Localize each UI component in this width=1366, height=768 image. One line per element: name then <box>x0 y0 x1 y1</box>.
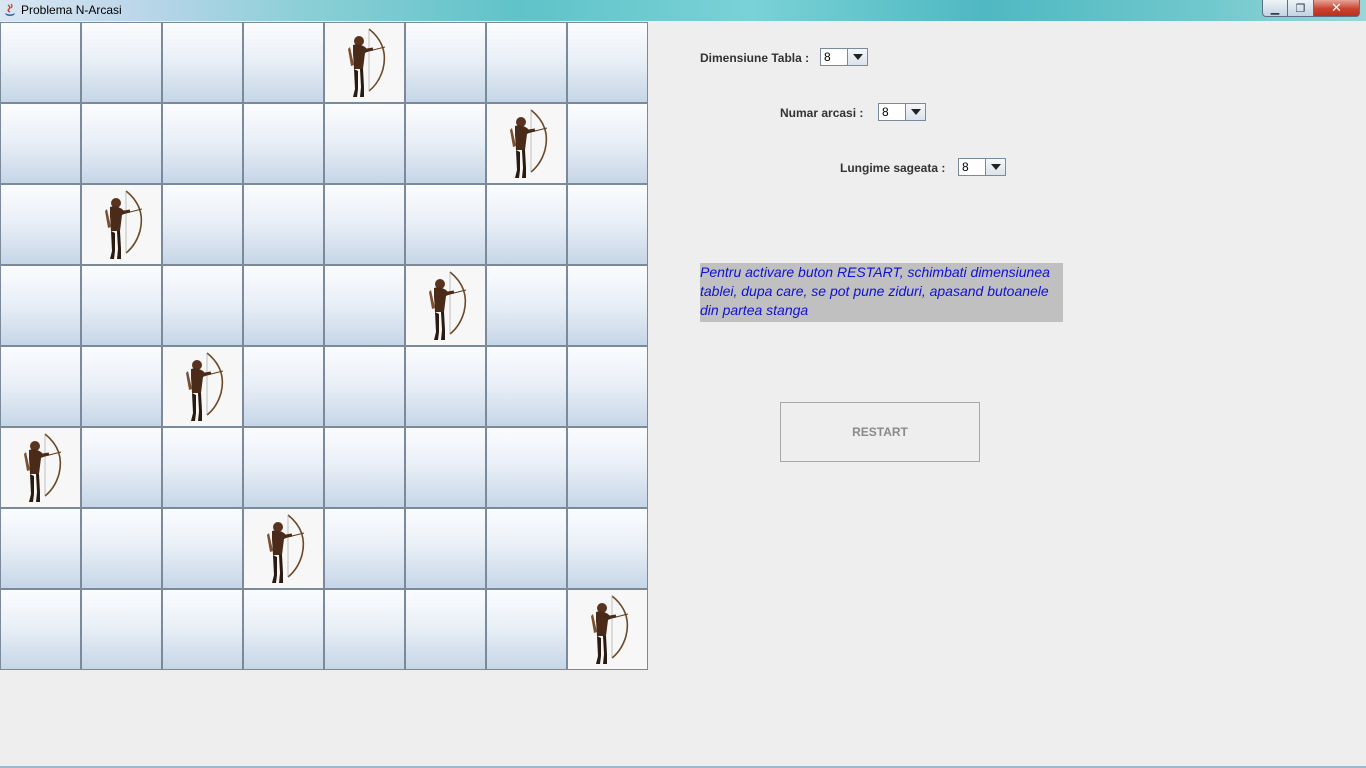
window-title: Problema N-Arcasi <box>21 3 122 17</box>
board-cell[interactable] <box>324 184 405 265</box>
board-cell[interactable] <box>324 103 405 184</box>
board-cell[interactable] <box>567 508 648 589</box>
board-cell[interactable] <box>0 346 81 427</box>
board-cell[interactable] <box>81 427 162 508</box>
board-cell[interactable] <box>243 427 324 508</box>
minimize-icon: ▁ <box>1270 2 1280 15</box>
board-cell[interactable] <box>486 346 567 427</box>
board-cell[interactable] <box>567 22 648 103</box>
info-message: Pentru activare buton RESTART, schimbati… <box>700 263 1063 322</box>
board-cell[interactable] <box>243 184 324 265</box>
arrow-length-label: Lungime sageata : <box>840 161 946 175</box>
board-cell[interactable] <box>162 427 243 508</box>
arrow-length-value: 8 <box>962 160 969 174</box>
restart-button[interactable]: RESTART <box>780 402 980 462</box>
board-cell[interactable] <box>0 265 81 346</box>
board-cell[interactable] <box>0 184 81 265</box>
board-cell[interactable] <box>567 103 648 184</box>
board-cell[interactable] <box>324 589 405 670</box>
minimize-button[interactable]: ▁ <box>1262 0 1288 17</box>
board-cell[interactable] <box>405 346 486 427</box>
archers-select[interactable]: 8 <box>878 103 926 121</box>
board-cell[interactable] <box>243 346 324 427</box>
board-cell[interactable] <box>486 22 567 103</box>
board-cell[interactable] <box>243 103 324 184</box>
board-cell[interactable] <box>405 184 486 265</box>
board-cell[interactable] <box>405 265 486 346</box>
board-cell[interactable] <box>405 427 486 508</box>
board-cell[interactable] <box>324 22 405 103</box>
board-cell[interactable] <box>0 427 81 508</box>
close-icon: ✕ <box>1331 0 1342 15</box>
chevron-down-icon[interactable] <box>905 104 925 120</box>
board-cell[interactable] <box>0 22 81 103</box>
board-cell[interactable] <box>567 265 648 346</box>
title-bar[interactable]: Problema N-Arcasi ▁ ❐ ✕ <box>0 0 1366 21</box>
board-cell[interactable] <box>486 265 567 346</box>
board-cell[interactable] <box>162 265 243 346</box>
board-cell[interactable] <box>81 103 162 184</box>
chevron-down-icon[interactable] <box>847 49 867 65</box>
restore-icon: ❐ <box>1295 2 1306 15</box>
board-cell[interactable] <box>81 22 162 103</box>
java-app-icon <box>2 2 18 18</box>
board-cell[interactable] <box>162 508 243 589</box>
board-cell[interactable] <box>162 184 243 265</box>
board-size-select[interactable]: 8 <box>820 48 868 66</box>
board-cell[interactable] <box>0 589 81 670</box>
board-size-value: 8 <box>824 50 831 64</box>
board-cell[interactable] <box>81 265 162 346</box>
board-cell[interactable] <box>243 589 324 670</box>
board-cell[interactable] <box>405 103 486 184</box>
board-cell[interactable] <box>486 427 567 508</box>
board-cell[interactable] <box>405 508 486 589</box>
maximize-button[interactable]: ❐ <box>1288 0 1314 17</box>
archers-value: 8 <box>882 105 889 119</box>
board-cell[interactable] <box>243 22 324 103</box>
board-cell[interactable] <box>486 103 567 184</box>
board-cell[interactable] <box>405 22 486 103</box>
board-cell[interactable] <box>567 589 648 670</box>
board-cell[interactable] <box>567 346 648 427</box>
board-cell[interactable] <box>324 265 405 346</box>
board-cell[interactable] <box>486 508 567 589</box>
arrow-length-select[interactable]: 8 <box>958 158 1006 176</box>
board-cell[interactable] <box>162 346 243 427</box>
close-button[interactable]: ✕ <box>1314 0 1360 17</box>
board-cell[interactable] <box>324 427 405 508</box>
board-cell[interactable] <box>81 184 162 265</box>
board-cell[interactable] <box>162 22 243 103</box>
board-cell[interactable] <box>324 508 405 589</box>
board-cell[interactable] <box>243 265 324 346</box>
board-cell[interactable] <box>81 346 162 427</box>
board-cell[interactable] <box>486 589 567 670</box>
board-cell[interactable] <box>81 508 162 589</box>
chess-board <box>0 22 649 671</box>
board-cell[interactable] <box>243 508 324 589</box>
board-cell[interactable] <box>0 508 81 589</box>
board-cell[interactable] <box>324 346 405 427</box>
board-cell[interactable] <box>81 589 162 670</box>
board-cell[interactable] <box>162 589 243 670</box>
board-cell[interactable] <box>486 184 567 265</box>
archers-label: Numar arcasi : <box>780 106 864 120</box>
board-size-label: Dimensiune Tabla : <box>700 51 810 65</box>
board-cell[interactable] <box>0 103 81 184</box>
chevron-down-icon[interactable] <box>985 159 1005 175</box>
board-cell[interactable] <box>405 589 486 670</box>
board-cell[interactable] <box>567 427 648 508</box>
board-cell[interactable] <box>162 103 243 184</box>
board-cell[interactable] <box>567 184 648 265</box>
